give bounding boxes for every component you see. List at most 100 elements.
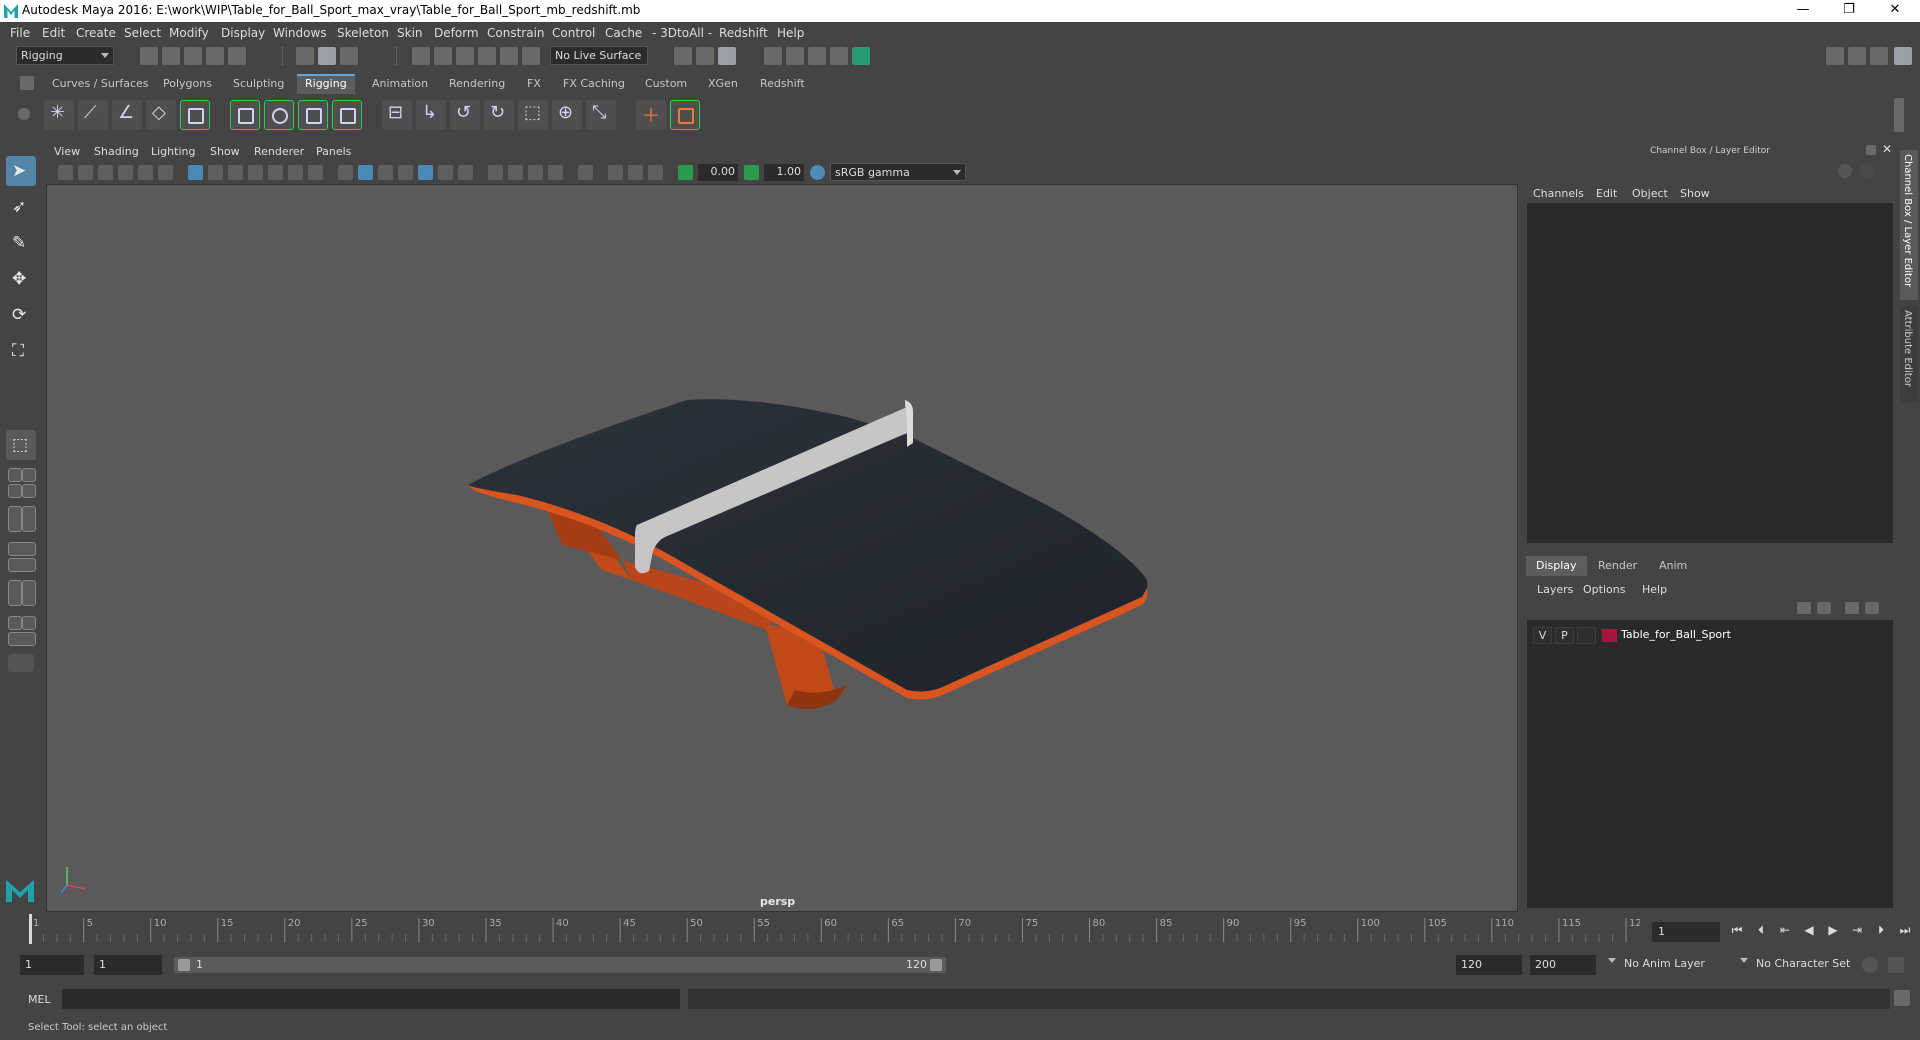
tab-xgen[interactable]: XGen [700, 74, 746, 94]
uv-layout-icon[interactable] [8, 580, 22, 606]
single-view-icon[interactable]: ⬚ [6, 430, 36, 460]
image-plane-icon[interactable] [118, 165, 133, 180]
render-view-icon[interactable] [808, 47, 826, 65]
textured-icon[interactable] [418, 165, 433, 180]
tab-rigging[interactable]: Rigging [297, 74, 355, 94]
cluster-handle-icon[interactable] [670, 100, 700, 130]
viewport-menu-show[interactable]: Show [210, 145, 240, 158]
move-layer-down-icon[interactable] [1817, 602, 1831, 614]
show-menu[interactable]: Show [1680, 187, 1710, 200]
point-constraint-icon[interactable]: ⊟ [382, 100, 412, 130]
resolution-gate-icon[interactable] [228, 165, 243, 180]
command-input[interactable] [62, 989, 680, 1009]
menu-modify[interactable]: Modify [169, 26, 209, 40]
menu-windows[interactable]: Windows [273, 26, 327, 40]
anim-layer-dropdown[interactable]: No Anim Layer [1608, 955, 1740, 975]
menu-skin[interactable]: Skin [397, 26, 423, 40]
rotate-tool-icon[interactable]: ⟳ [6, 300, 36, 330]
panel-options-icon[interactable] [1860, 164, 1874, 178]
hypershade-icon[interactable] [786, 47, 804, 65]
new-layer-selected-icon[interactable] [1865, 602, 1879, 614]
menu-display[interactable]: Display [221, 26, 265, 40]
new-scene-icon[interactable] [140, 47, 158, 65]
side-tab-channel-box[interactable]: Channel Box / Layer Editor [1900, 150, 1918, 300]
move-layer-up-icon[interactable] [1797, 602, 1811, 614]
menu-control[interactable]: Control [552, 26, 595, 40]
parent-constraint-icon[interactable]: ⬚ [518, 100, 548, 130]
exposure-field[interactable]: 0.00 [698, 164, 738, 181]
open-scene-icon[interactable] [162, 47, 180, 65]
safe-title-icon[interactable] [308, 165, 323, 180]
channel-box-toggle-icon[interactable] [1894, 47, 1912, 65]
humanik-icon[interactable] [180, 100, 210, 130]
film-gate-icon[interactable] [208, 165, 223, 180]
viewport-menu-lighting[interactable]: Lighting [151, 145, 195, 158]
side-tab-attribute-editor[interactable]: Attribute Editor [1900, 306, 1918, 402]
node-editor-layout-icon[interactable] [22, 580, 36, 606]
history-icon[interactable] [674, 47, 692, 65]
edit-menu[interactable]: Edit [1596, 187, 1617, 200]
gate-mask-icon[interactable] [248, 165, 263, 180]
script-editor-icon[interactable] [1894, 990, 1910, 1006]
step-forward-key-icon[interactable]: ⇥ [1848, 923, 1866, 941]
ambient-occlusion-icon[interactable] [488, 165, 503, 180]
snap-curve-icon[interactable] [434, 47, 452, 65]
layer-playback-toggle[interactable]: P [1555, 627, 1574, 644]
select-component-icon[interactable] [340, 47, 358, 65]
step-back-key-icon[interactable]: ⇤ [1776, 923, 1794, 941]
ipr-render-icon[interactable] [718, 47, 736, 65]
insert-joint-icon[interactable]: ⟋ [78, 100, 108, 130]
range-slider[interactable]: 1 120 [174, 957, 946, 973]
menu-help[interactable]: Help [777, 26, 804, 40]
grease-pencil-icon[interactable] [158, 165, 173, 180]
go-to-end-icon[interactable]: ⏭ [1896, 923, 1914, 941]
script-layout-icon[interactable] [8, 632, 36, 646]
menu-constrain[interactable]: Constrain [487, 26, 545, 40]
lattice-icon[interactable] [298, 100, 328, 130]
tab-fx-caching[interactable]: FX Caching [555, 74, 633, 94]
current-frame-field[interactable]: 1 [1652, 922, 1720, 942]
snap-view-icon[interactable] [478, 47, 496, 65]
graph-editor-layout-icon[interactable] [8, 558, 36, 572]
gamma-icon[interactable] [744, 165, 759, 180]
2d-pan-zoom-icon[interactable] [138, 165, 153, 180]
snap-grid-icon[interactable] [412, 47, 430, 65]
undo-icon[interactable] [206, 47, 224, 65]
menu-select[interactable]: Select [124, 26, 161, 40]
smooth-bind-icon[interactable] [230, 100, 260, 130]
time-slider[interactable]: 1 5 10 15 20 25 30 35 40 45 50 55 60 65 70 75 80 85 90 95 10… [24, 914, 1648, 944]
help-menu[interactable]: Help [1642, 583, 1667, 596]
side-by-side-icon[interactable] [8, 484, 22, 498]
tab-display[interactable]: Display [1526, 556, 1587, 576]
depth-of-field-icon[interactable] [548, 165, 563, 180]
character-set-dropdown[interactable]: No Character Set [1740, 955, 1876, 975]
menu-redshift[interactable]: Redshift [719, 26, 768, 40]
shadows-icon[interactable] [458, 165, 473, 180]
layer-name[interactable]: Table_for_Ball_Sport [1621, 628, 1731, 641]
tab-rendering[interactable]: Rendering [441, 74, 513, 94]
exposure-icon[interactable] [678, 165, 693, 180]
smooth-shade-icon[interactable] [358, 165, 373, 180]
playback-start-field[interactable]: 1 [94, 955, 162, 975]
range-start-handle[interactable] [178, 959, 190, 971]
geometry-constraint-icon[interactable]: ⤡ [586, 100, 616, 130]
workspace-icon[interactable] [1826, 47, 1844, 65]
shelf-menu-icon[interactable] [20, 76, 34, 90]
rigid-bind-icon[interactable] [264, 100, 294, 130]
live-surface-field[interactable]: No Live Surface [550, 46, 648, 65]
locator-icon[interactable]: ＋ [636, 100, 666, 130]
viewport-menu-view[interactable]: View [54, 145, 80, 158]
select-tool-icon[interactable]: ➤ [6, 156, 36, 186]
four-view-alt-icon[interactable] [22, 468, 36, 482]
maya-home-icon[interactable] [4, 874, 36, 906]
shelf-scroll-icon[interactable] [1894, 98, 1904, 132]
hypershade-layout-icon[interactable] [22, 616, 36, 630]
collapse-toolbox-icon[interactable] [8, 654, 34, 672]
menu-create[interactable]: Create [76, 26, 116, 40]
tab-polygons[interactable]: Polygons [155, 74, 220, 94]
outliner-persp-icon[interactable] [22, 484, 36, 498]
layout-icon[interactable] [1848, 47, 1866, 65]
menuset-dropdown[interactable]: Rigging [16, 46, 114, 65]
tab-animation[interactable]: Animation [364, 74, 436, 94]
render-layout-icon[interactable] [8, 616, 22, 630]
